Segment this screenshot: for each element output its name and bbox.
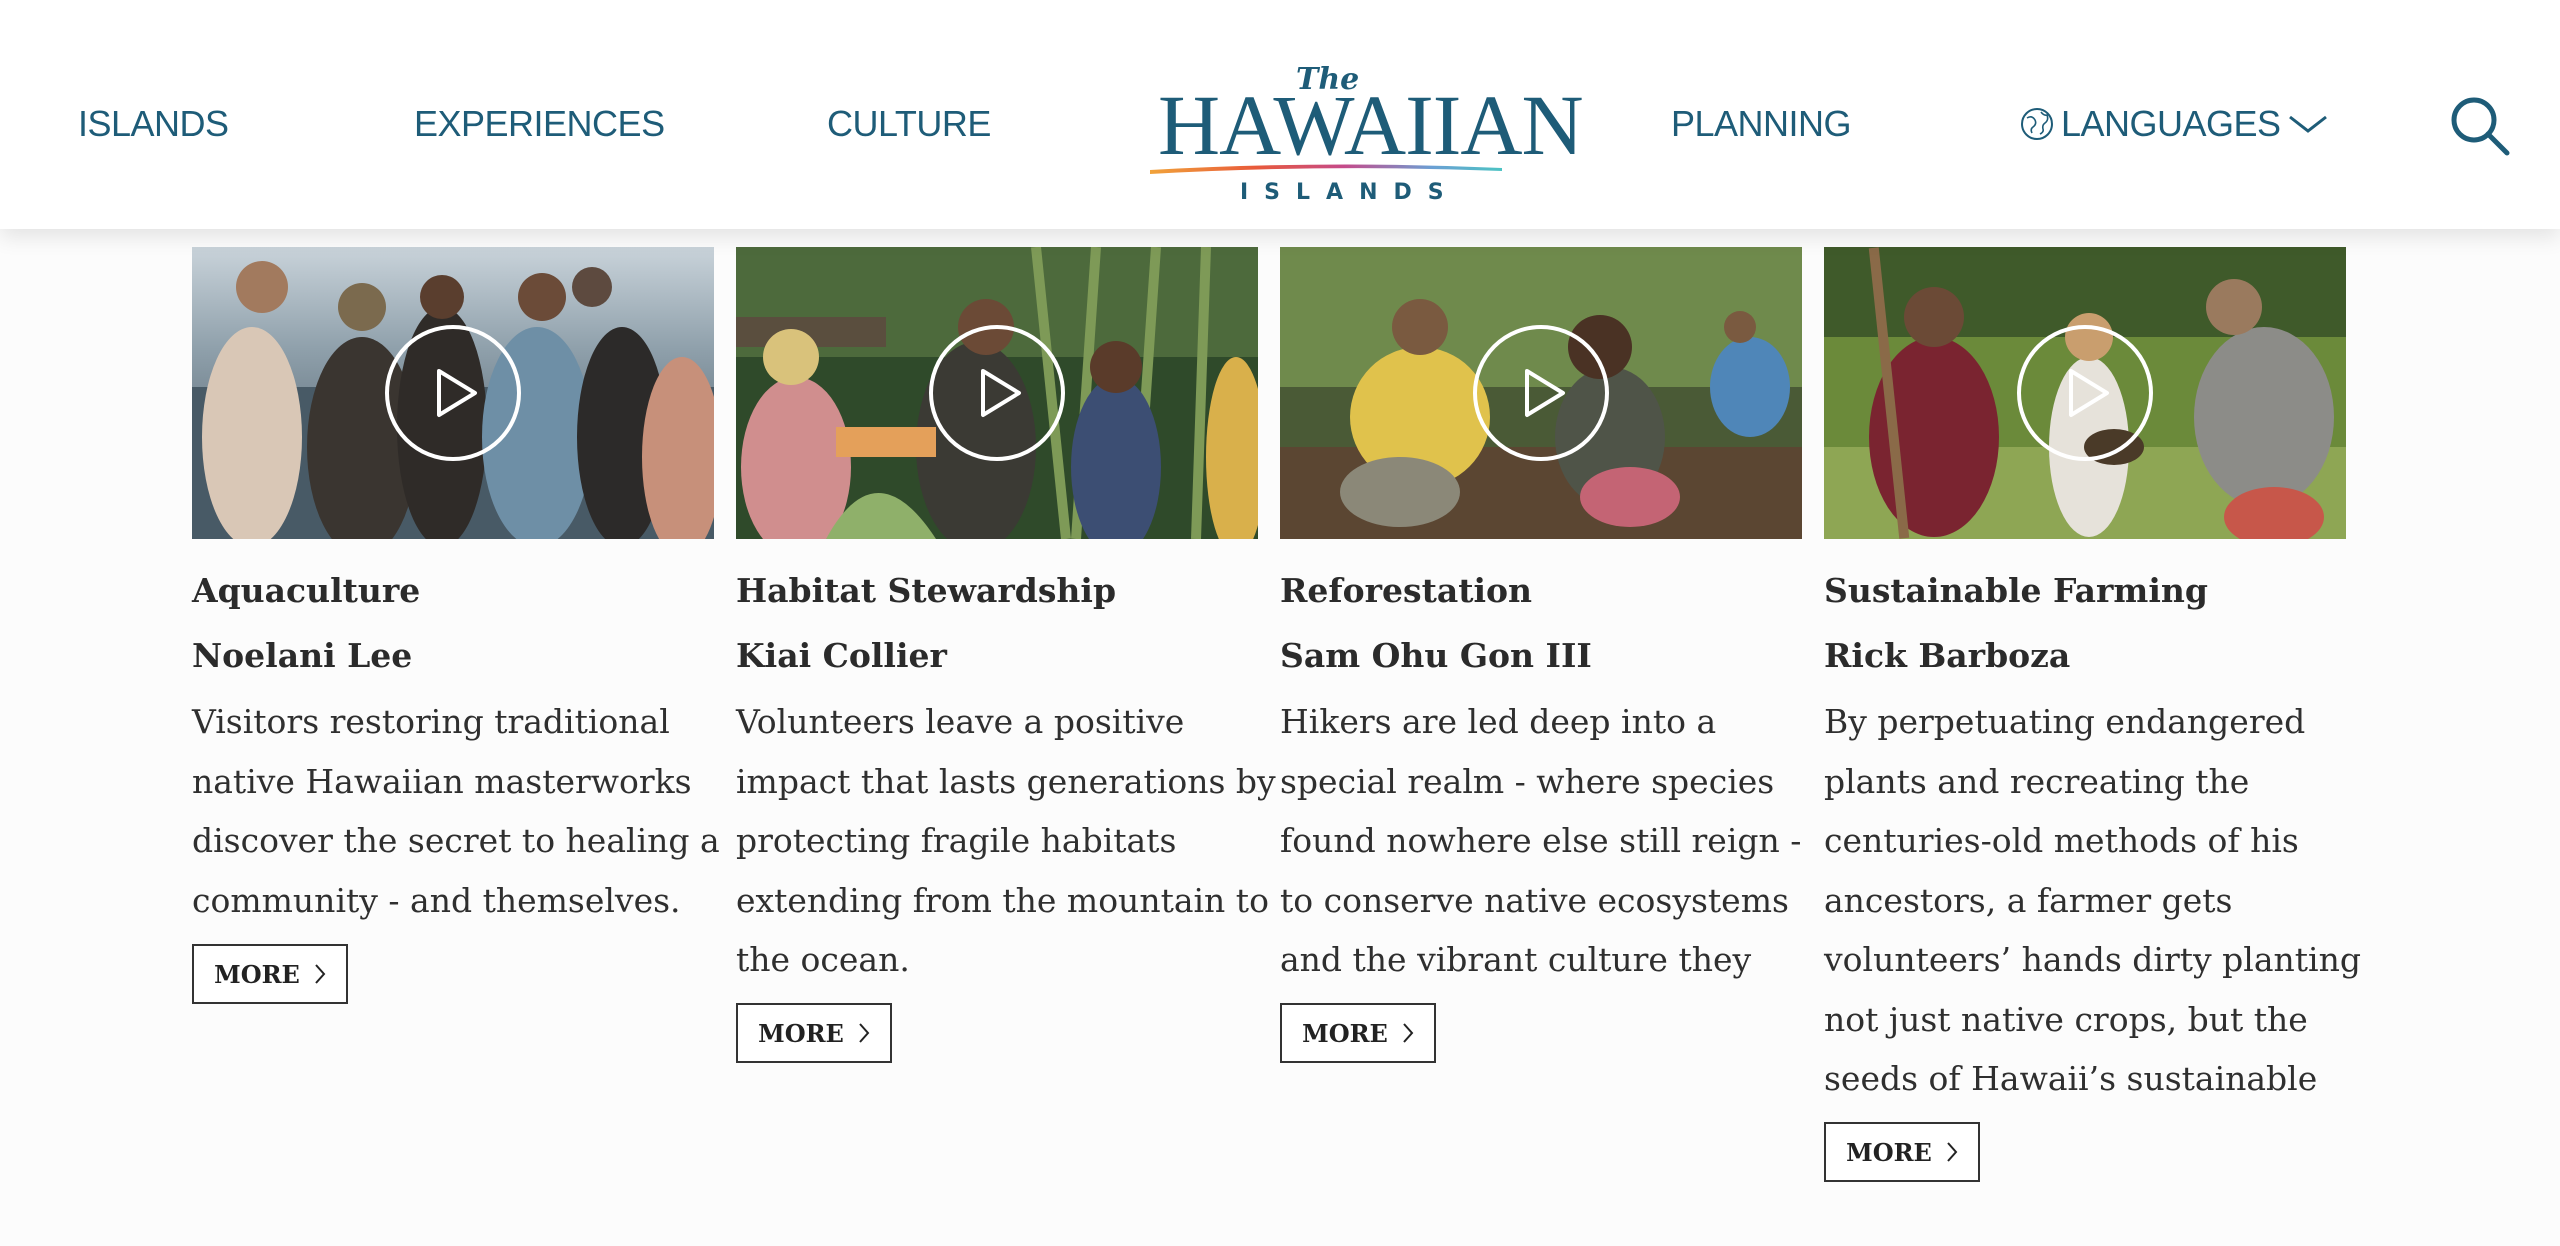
logo-hawaiian-text: HAWAIIAN <box>1158 77 1584 173</box>
play-icon[interactable] <box>383 323 523 463</box>
languages-label: LANGUAGES <box>2061 103 2281 144</box>
nav-islands[interactable]: ISLANDS <box>78 100 229 148</box>
nav-planning[interactable]: PLANNING <box>1671 100 1852 148</box>
more-label: MORE <box>758 1018 844 1048</box>
chevron-right-icon <box>315 964 326 984</box>
play-icon[interactable] <box>2015 323 2155 463</box>
more-button[interactable]: MORE <box>1824 1122 1980 1182</box>
card-person-name: Rick Barboza <box>1824 636 2071 675</box>
chevron-down-icon <box>2288 115 2327 133</box>
card-description: Volunteers leave a positive impact that … <box>736 702 1276 979</box>
card-description: Hikers are led deep into a special realm… <box>1280 702 1802 1039</box>
story-card-reforestation: Reforestation Sam Ohu Gon III Hikers are… <box>1280 247 1860 1063</box>
video-thumbnail[interactable] <box>1824 247 2346 539</box>
card-description: Visitors restoring traditional native Ha… <box>192 702 720 920</box>
nav-culture[interactable]: CULTURE <box>827 100 991 148</box>
more-button[interactable]: MORE <box>736 1003 892 1063</box>
story-card-aquaculture: Aquaculture Noelani Lee Visitors restori… <box>192 247 772 1004</box>
story-card-sustainable-farming: Sustainable Farming Rick Barboza By perp… <box>1824 247 2404 1182</box>
play-icon[interactable] <box>1471 323 1611 463</box>
video-thumbnail[interactable] <box>736 247 1258 539</box>
more-label: MORE <box>1302 1018 1388 1048</box>
more-label: MORE <box>1846 1137 1932 1167</box>
languages-menu[interactable]: LANGUAGES <box>2019 100 2329 148</box>
chevron-right-icon <box>1947 1142 1958 1162</box>
site-header: ISLANDS EXPERIENCES CULTURE The HAWAIIAN… <box>0 0 2560 229</box>
card-category: Habitat Stewardship <box>736 571 1117 610</box>
card-description: By perpetuating endangered plants and re… <box>1824 702 2361 1158</box>
globe-icon <box>2021 108 2053 140</box>
more-label: MORE <box>214 959 300 989</box>
search-icon[interactable] <box>2448 94 2512 158</box>
chevron-right-icon <box>1403 1023 1414 1043</box>
nav-experiences[interactable]: EXPERIENCES <box>414 100 665 148</box>
card-person-name: Kiai Collier <box>736 636 947 675</box>
video-thumbnail[interactable] <box>192 247 714 539</box>
chevron-right-icon <box>859 1023 870 1043</box>
card-person-name: Noelani Lee <box>192 636 413 675</box>
more-button[interactable]: MORE <box>1280 1003 1436 1063</box>
card-person-name: Sam Ohu Gon III <box>1280 636 1592 675</box>
card-category: Aquaculture <box>192 571 421 610</box>
play-icon[interactable] <box>927 323 1067 463</box>
logo-rainbow-swoosh <box>1150 164 1502 174</box>
logo-islands-text: ISLANDS <box>1240 180 1460 205</box>
card-category: Sustainable Farming <box>1824 571 2208 610</box>
more-button[interactable]: MORE <box>192 944 348 1004</box>
video-thumbnail[interactable] <box>1280 247 1802 539</box>
card-category: Reforestation <box>1280 571 1532 610</box>
hawaiian-islands-logo[interactable]: The HAWAIIAN ISLANDS <box>1148 62 1584 212</box>
story-card-habitat-stewardship: Habitat Stewardship Kiai Collier Volunte… <box>736 247 1316 1063</box>
